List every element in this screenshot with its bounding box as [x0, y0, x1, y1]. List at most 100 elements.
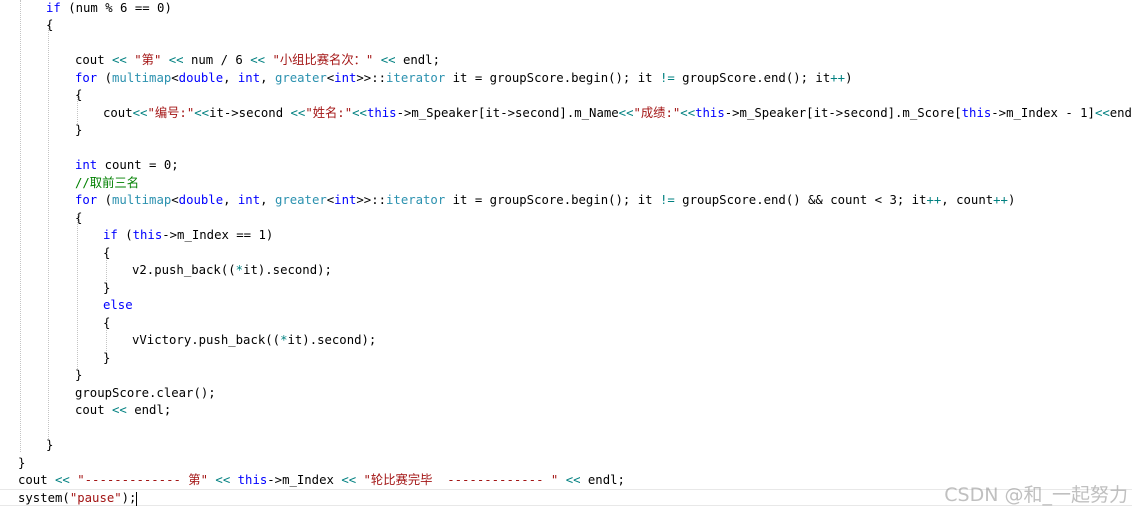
code-token: count = 0;: [97, 158, 179, 172]
code-line[interactable]: {: [103, 245, 110, 262]
code-line[interactable]: }: [103, 350, 110, 367]
code-token: ++: [830, 71, 846, 85]
code-token: for: [75, 71, 98, 85]
code-line[interactable]: for (multimap<double, int, greater<int>>…: [75, 192, 1015, 209]
code-token: <<: [112, 403, 127, 417]
code-line[interactable]: vVictory.push_back((*it).second);: [132, 332, 376, 349]
text-caret: [136, 491, 138, 506]
code-line[interactable]: v2.push_back((*it).second);: [132, 262, 332, 279]
code-line[interactable]: else: [103, 297, 133, 314]
code-line[interactable]: if (num % 6 == 0): [46, 0, 172, 17]
code-token: int: [75, 158, 98, 172]
code-token: }: [103, 351, 111, 365]
code-token: "第": [134, 53, 162, 67]
code-token: <<: [1094, 106, 1110, 120]
code-token: <<: [618, 106, 634, 120]
code-line[interactable]: system("pause");: [18, 490, 138, 507]
code-token: it->second: [209, 106, 291, 120]
code-token: }: [103, 281, 111, 295]
code-token: multimap: [112, 71, 172, 85]
code-token: this: [366, 106, 397, 120]
code-line[interactable]: {: [75, 87, 82, 104]
code-token: {: [103, 246, 111, 260]
code-token: ->m_Index - 1]: [991, 106, 1095, 120]
code-token: >>::: [356, 71, 387, 85]
code-token: ): [1007, 193, 1016, 207]
code-token: {: [103, 316, 111, 330]
code-token: ->m_Speaker[it->second].m_Score[: [724, 106, 962, 120]
code-line[interactable]: cout << endl;: [75, 402, 171, 419]
code-token: ,: [223, 193, 238, 207]
indent-guide: [20, 0, 21, 452]
code-token: >>::: [356, 193, 387, 207]
code-token: cout: [75, 403, 113, 417]
code-token: it).second);: [287, 333, 377, 347]
code-token: cout: [103, 106, 133, 120]
code-line[interactable]: if (this->m_Index == 1): [103, 227, 273, 244]
code-token: endl;: [580, 473, 625, 487]
code-token: "------------- 第": [77, 473, 209, 487]
code-token: greater: [274, 193, 327, 207]
code-token: <<: [565, 473, 581, 487]
indent-guide: [48, 24, 49, 439]
code-line[interactable]: }: [46, 437, 53, 454]
code-token: <: [171, 193, 179, 207]
code-token: "轮比赛完毕 ------------- ": [363, 473, 559, 487]
code-token: (: [117, 228, 133, 242]
code-token: "成绩:": [633, 106, 681, 120]
code-line[interactable]: }: [75, 122, 82, 139]
code-token: }: [18, 456, 26, 470]
code-line[interactable]: groupScore.clear();: [75, 385, 216, 402]
code-line[interactable]: //取前三名: [75, 175, 139, 192]
code-token: ->m_Index == 1): [162, 228, 274, 242]
code-token: <<: [112, 53, 127, 67]
code-token: else: [103, 298, 133, 312]
code-token: ++: [926, 193, 942, 207]
code-token: greater: [274, 71, 327, 85]
code-token: int: [334, 193, 357, 207]
code-line[interactable]: cout << "------------- 第" << this->m_Ind…: [18, 472, 625, 489]
code-token: this: [695, 106, 725, 120]
code-line[interactable]: {: [75, 210, 82, 227]
watermark: CSDN @和_一起努力: [944, 484, 1128, 506]
indent-guide: [77, 214, 78, 369]
code-token: *: [235, 263, 244, 277]
code-token: <<: [215, 473, 231, 487]
code-line[interactable]: {: [103, 315, 110, 332]
code-token: <<: [380, 53, 396, 67]
code-token: num / 6: [183, 53, 251, 67]
code-line[interactable]: }: [103, 280, 110, 297]
code-line[interactable]: }: [18, 455, 25, 472]
code-line[interactable]: }: [75, 367, 82, 384]
code-token: );: [121, 491, 137, 505]
code-line[interactable]: for (multimap<double, int, greater<int>>…: [75, 70, 852, 87]
code-token: ,: [223, 71, 238, 85]
code-line[interactable]: cout<<"编号:"<<it->second <<"姓名:"<<this->m…: [103, 105, 1132, 122]
code-editor[interactable]: if (num % 6 == 0){cout << "第" << num / 6…: [0, 0, 1132, 512]
code-token: it = groupScore.begin(); it: [445, 71, 660, 85]
code-line[interactable]: {: [46, 17, 53, 34]
code-token: <<: [132, 106, 148, 120]
code-token: int: [237, 71, 261, 85]
code-token: vVictory.push_back((: [132, 333, 281, 347]
code-token: cout: [75, 53, 113, 67]
code-line[interactable]: cout << "第" << num / 6 << "小组比赛名次：" << e…: [75, 52, 440, 69]
code-token: (: [97, 193, 113, 207]
code-token: {: [75, 211, 83, 225]
code-token: <<: [194, 106, 210, 120]
code-token: multimap: [112, 193, 172, 207]
code-token: ->m_Index: [267, 473, 342, 487]
code-token: this: [237, 473, 268, 487]
code-token: it).second);: [243, 263, 332, 277]
code-token: ,: [260, 71, 275, 85]
code-line[interactable]: int count = 0;: [75, 157, 179, 174]
code-token: <<: [250, 53, 266, 67]
code-token: cout: [18, 473, 56, 487]
code-token: if: [103, 228, 118, 242]
code-token: endl;: [126, 403, 172, 417]
code-token: <<: [55, 473, 70, 487]
code-token: groupScore.end(); it: [674, 71, 831, 85]
code-token: <<: [352, 106, 367, 120]
